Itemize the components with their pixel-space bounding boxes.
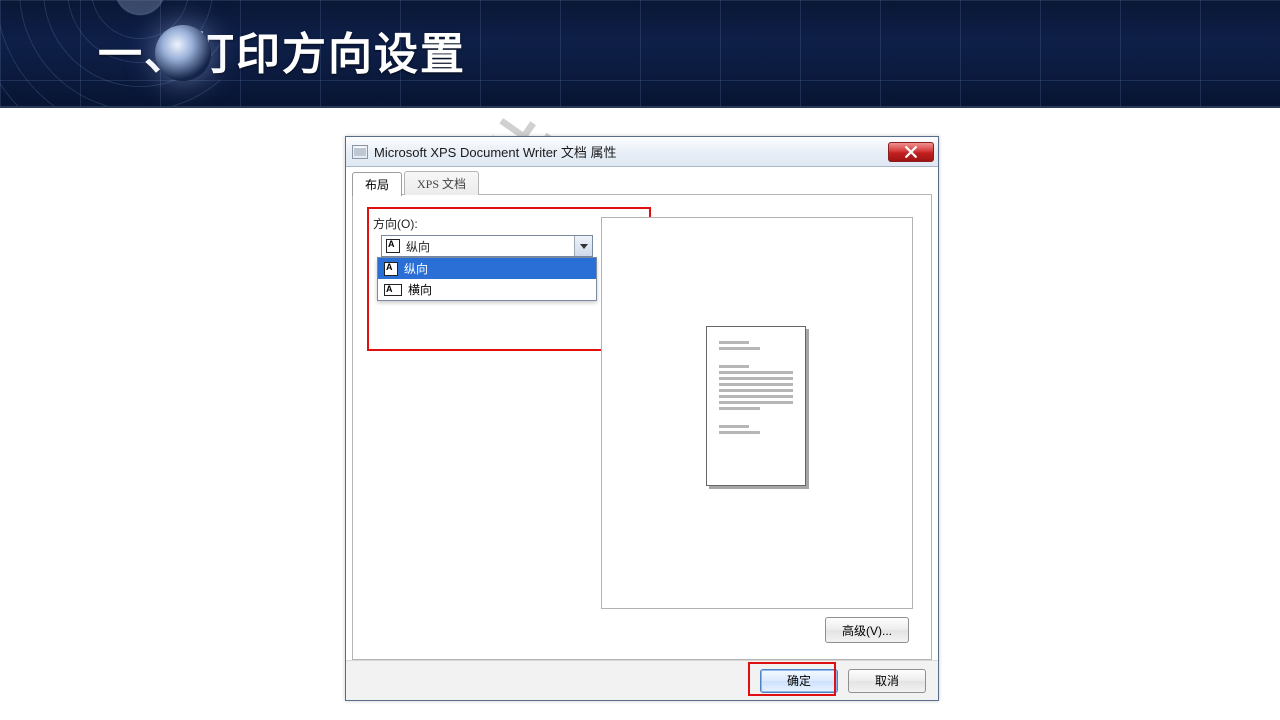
tab-xps-label: XPS 文档 xyxy=(417,175,466,192)
slide-title: 一、打印方向设置 xyxy=(98,18,466,82)
option-label: 纵向 xyxy=(404,260,428,277)
tab-strip: 布局 XPS 文档 xyxy=(352,169,932,195)
printer-icon xyxy=(352,145,368,159)
dialog-client-area: 布局 XPS 文档 方向(O): 纵向 纵向 xyxy=(346,167,938,700)
option-label: 横向 xyxy=(408,281,432,298)
advanced-button-label: 高级(V)... xyxy=(842,622,892,639)
orientation-value: 纵向 xyxy=(406,238,574,255)
portrait-icon xyxy=(384,262,398,276)
cancel-button[interactable]: 取消 xyxy=(848,669,926,693)
layout-tab-panel: 方向(O): 纵向 纵向 横向 xyxy=(352,194,932,660)
orientation-option-portrait[interactable]: 纵向 xyxy=(378,258,596,279)
dialog-footer: 确定 取消 xyxy=(346,660,938,700)
dialog-titlebar: Microsoft XPS Document Writer 文档 属性 xyxy=(346,137,938,167)
orientation-combobox[interactable]: 纵向 xyxy=(381,235,593,257)
ok-button-label: 确定 xyxy=(787,672,811,689)
cancel-button-label: 取消 xyxy=(875,672,899,689)
orientation-option-landscape[interactable]: 横向 xyxy=(378,279,596,300)
close-icon xyxy=(905,146,917,158)
close-button[interactable] xyxy=(888,142,934,162)
orientation-label: 方向(O): xyxy=(373,215,418,232)
page-preview-thumbnail xyxy=(706,326,806,486)
page-preview-pane xyxy=(601,217,913,609)
tab-layout-label: 布局 xyxy=(365,176,389,193)
combobox-dropdown-button[interactable] xyxy=(574,236,592,256)
ok-button[interactable]: 确定 xyxy=(760,669,838,693)
chevron-down-icon xyxy=(580,244,588,249)
tab-xps-document[interactable]: XPS 文档 xyxy=(404,171,479,195)
portrait-icon xyxy=(386,239,400,253)
orientation-dropdown-list: 纵向 横向 xyxy=(377,257,597,301)
dialog-title: Microsoft XPS Document Writer 文档 属性 xyxy=(374,142,616,161)
tab-layout[interactable]: 布局 xyxy=(352,172,402,196)
print-properties-dialog: Microsoft XPS Document Writer 文档 属性 布局 X… xyxy=(345,136,939,701)
slide-banner: 一、打印方向设置 xyxy=(0,0,1280,108)
landscape-icon xyxy=(384,284,402,296)
advanced-button[interactable]: 高级(V)... xyxy=(825,617,909,643)
